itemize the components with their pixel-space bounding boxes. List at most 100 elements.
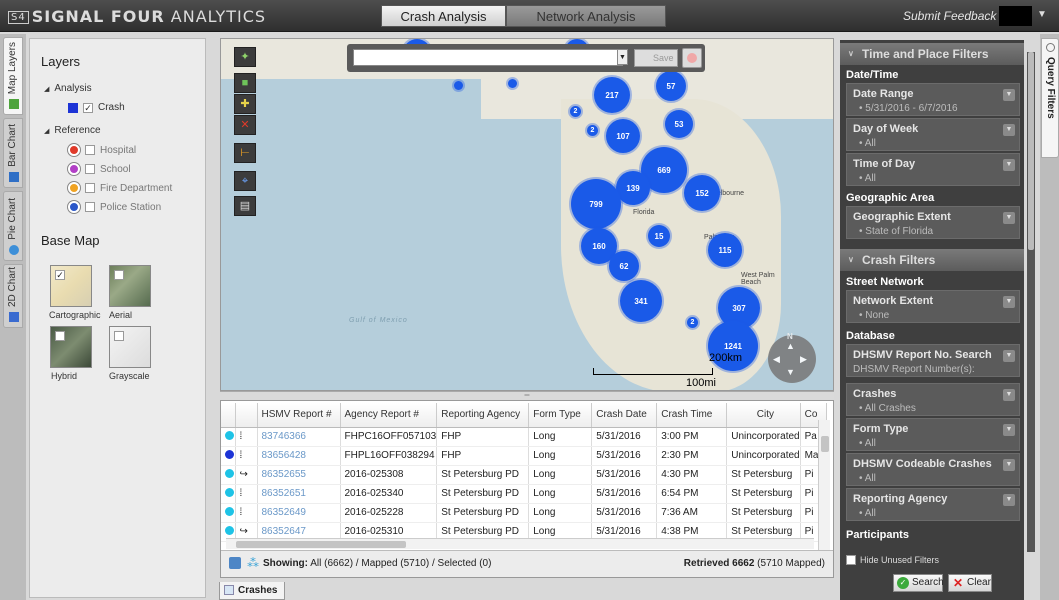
tab-network-analysis[interactable]: Network Analysis — [506, 5, 666, 27]
pan-down-icon[interactable]: ▼ — [786, 367, 795, 377]
filter-dhsmv-codeable[interactable]: DHSMV Codeable Crashes • All ▼ — [846, 453, 1020, 486]
filters-scrollbar[interactable] — [1027, 52, 1035, 552]
delete-query-icon[interactable] — [682, 48, 702, 68]
crash-cluster[interactable]: 799 — [571, 179, 621, 229]
basemap-grayscale[interactable] — [109, 326, 151, 368]
scroll-thumb[interactable] — [821, 436, 829, 452]
fire-department-layer-row[interactable]: Fire Department — [68, 182, 172, 194]
filter-dhsmv-report-search[interactable]: DHSMV Report No. Search DHSMV Report Num… — [846, 344, 1020, 377]
filter-reporting-agency[interactable]: Reporting Agency • All ▼ — [846, 488, 1020, 521]
basemap-grayscale-checkbox[interactable] — [114, 331, 124, 341]
caret-down-icon[interactable]: ▼ — [1037, 9, 1047, 20]
crash-cluster[interactable]: 62 — [609, 251, 639, 281]
filter-form-type[interactable]: Form Type • All ▼ — [846, 418, 1020, 451]
user-menu[interactable] — [999, 6, 1032, 26]
hsmv-link[interactable]: 83656428 — [257, 446, 341, 466]
col-form-type[interactable]: Form Type — [528, 403, 593, 428]
chevron-down-icon[interactable]: ▼ — [1003, 350, 1015, 362]
crash-cluster[interactable]: 15 — [648, 225, 670, 247]
draw-tool-icon[interactable]: ✚ — [234, 94, 256, 114]
grid-horizontal-scrollbar[interactable] — [226, 538, 814, 549]
tab-map-layers[interactable]: Map Layers — [3, 37, 23, 115]
chevron-down-icon[interactable]: ▼ — [1003, 389, 1015, 401]
hsmv-link[interactable]: 86352655 — [257, 465, 341, 485]
col-reporting-agency[interactable]: Reporting Agency — [436, 403, 530, 428]
measure-tool-icon[interactable]: ⊢ — [234, 143, 256, 163]
scroll-thumb[interactable] — [236, 541, 406, 548]
col-hsmv-report[interactable]: HSMV Report # — [257, 403, 341, 428]
pan-left-icon[interactable]: ◀ — [773, 354, 780, 365]
hsmv-link[interactable]: 86352651 — [257, 484, 341, 504]
mapped-icon[interactable]: ⁂ — [247, 556, 259, 570]
basemap-hybrid[interactable] — [50, 326, 92, 368]
hospital-checkbox[interactable] — [85, 145, 95, 155]
police-station-checkbox[interactable] — [85, 202, 95, 212]
search-button[interactable]: ✓ Search — [893, 574, 944, 592]
grid-vertical-scrollbar[interactable] — [818, 420, 830, 560]
crash-layer-row[interactable]: ✓ Crash — [68, 102, 125, 113]
school-layer-row[interactable]: School — [68, 163, 131, 175]
table-row[interactable]: ⁞ 83746366 FHPC16OFF057103 FHP Long 5/31… — [221, 427, 827, 447]
pan-up-icon[interactable]: ▲ — [786, 341, 795, 351]
crash-cluster[interactable]: 57 — [656, 71, 686, 101]
crash-cluster-small[interactable] — [508, 79, 517, 88]
col-agency-report[interactable]: Agency Report # — [340, 403, 438, 428]
clear-selection-icon[interactable]: ✕ — [234, 115, 256, 135]
crashes-bottom-tab[interactable]: Crashes — [219, 582, 285, 600]
reference-group[interactable]: ◢ Reference — [44, 125, 101, 136]
map-view[interactable]: Gulf of Mexico Palm Bay West Palm Beach … — [220, 38, 834, 391]
collapse-triangle-icon[interactable]: ◢ — [44, 85, 49, 93]
crash-cluster[interactable]: 152 — [684, 175, 720, 211]
saved-query-input[interactable] — [353, 49, 623, 66]
table-row[interactable]: ⁞ 86352651 2016-025340 St Petersburg PD … — [221, 484, 827, 504]
basemap-aerial-checkbox[interactable] — [114, 270, 124, 280]
table-row[interactable]: ↪ 86352655 2016-025308 St Petersburg PD … — [221, 465, 827, 485]
hospital-layer-row[interactable]: Hospital — [68, 144, 136, 156]
school-checkbox[interactable] — [85, 164, 95, 174]
filter-crashes[interactable]: Crashes • All Crashes ▼ — [846, 383, 1020, 416]
basemap-hybrid-checkbox[interactable] — [55, 331, 65, 341]
hide-unused-checkbox[interactable] — [846, 555, 856, 565]
crash-cluster[interactable]: 115 — [708, 233, 742, 267]
submit-feedback-link[interactable]: Submit Feedback — [903, 9, 996, 23]
tab-crash-analysis[interactable]: Crash Analysis — [381, 5, 506, 27]
pan-right-icon[interactable]: ▶ — [800, 354, 807, 365]
col-direction[interactable] — [235, 403, 258, 428]
hsmv-link[interactable]: 86352649 — [257, 503, 341, 523]
crash-cluster[interactable]: 341 — [620, 280, 662, 322]
crash-checkbox[interactable]: ✓ — [83, 102, 93, 113]
crash-cluster[interactable]: 107 — [606, 119, 640, 153]
crash-filters-header[interactable]: Crash Filters — [840, 249, 1024, 271]
crash-cluster[interactable]: 139 — [616, 171, 650, 205]
chevron-down-icon[interactable]: ▼ — [1003, 459, 1015, 471]
chevron-down-icon[interactable]: ▼ — [1003, 124, 1015, 136]
chevron-down-icon[interactable]: ▼ — [1003, 494, 1015, 506]
tab-2d-chart[interactable]: 2D Chart — [3, 264, 23, 328]
hide-unused-filters[interactable]: Hide Unused Filters — [846, 555, 939, 565]
col-crash-time[interactable]: Crash Time — [656, 403, 728, 428]
filter-date-range[interactable]: Date Range • 5/31/2016 - 6/7/2016 ▼ — [846, 83, 1020, 116]
time-place-filters-header[interactable]: Time and Place Filters — [840, 43, 1024, 65]
select-tool-icon[interactable]: ✦ — [234, 47, 256, 67]
crash-cluster-small[interactable] — [454, 81, 463, 90]
col-city[interactable]: City — [726, 403, 801, 428]
saved-query-dropdown-icon[interactable]: ▼ — [617, 49, 628, 65]
police-station-layer-row[interactable]: Police Station — [68, 201, 161, 213]
layer-tool-icon[interactable]: ■ — [234, 73, 256, 93]
collapse-triangle-icon[interactable]: ◢ — [44, 127, 49, 135]
crash-cluster-small[interactable]: 2 — [687, 317, 698, 328]
panel-splitter[interactable]: ═ — [220, 391, 834, 400]
filter-day-of-week[interactable]: Day of Week • All ▼ — [846, 118, 1020, 151]
tab-query-filters[interactable]: Query Filters — [1041, 38, 1059, 158]
basemap-cartographic-checkbox[interactable]: ✓ — [55, 270, 65, 280]
col-crash-date[interactable]: Crash Date — [591, 403, 658, 428]
filter-time-of-day[interactable]: Time of Day • All ▼ — [846, 153, 1020, 186]
basemap-cartographic[interactable]: ✓ — [50, 265, 92, 307]
chevron-down-icon[interactable]: ▼ — [1003, 424, 1015, 436]
zoom-extent-icon[interactable]: ⌖ — [234, 171, 256, 191]
basemap-aerial[interactable] — [109, 265, 151, 307]
export-icon[interactable] — [229, 557, 241, 569]
map-pan-control[interactable]: N ▲ ▼ ◀ ▶ — [768, 332, 816, 383]
print-icon[interactable]: ▤ — [234, 196, 256, 216]
chevron-down-icon[interactable]: ▼ — [1003, 159, 1015, 171]
